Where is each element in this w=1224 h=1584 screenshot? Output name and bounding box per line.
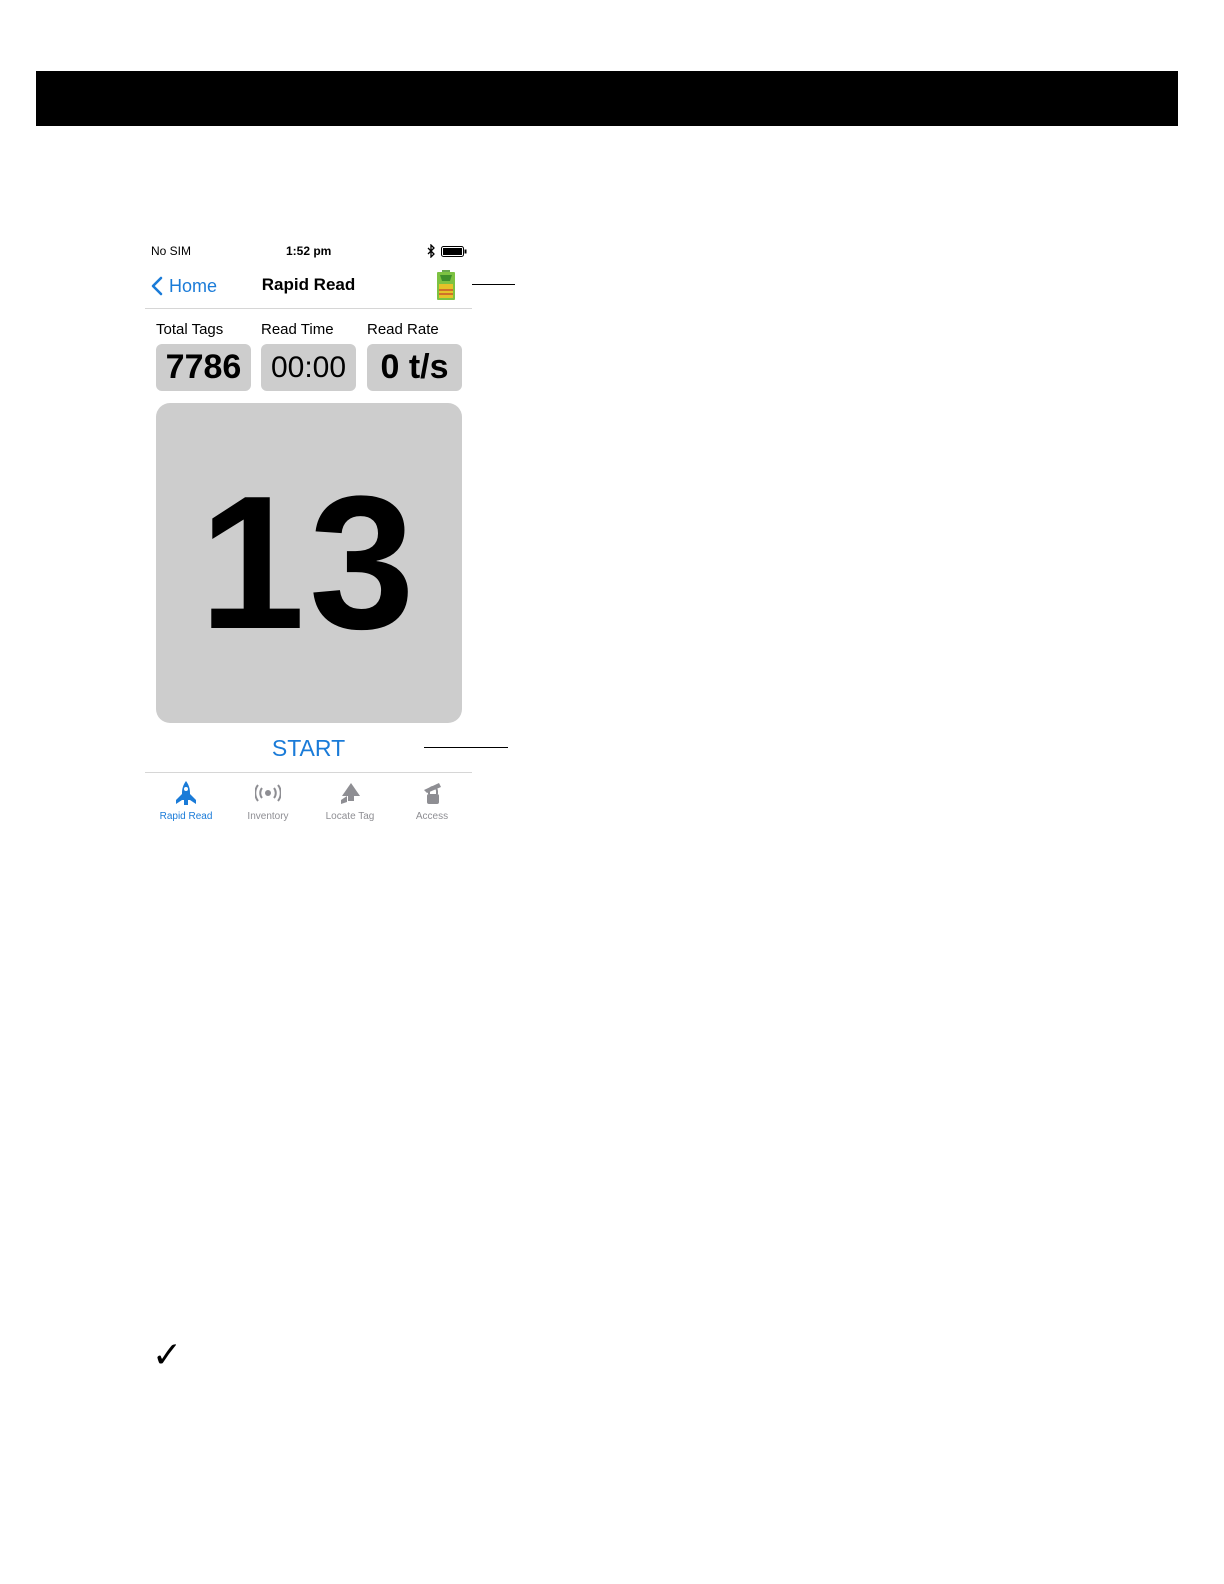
unique-tag-count: 13 [156, 403, 462, 723]
callout-line-start [424, 747, 508, 748]
stat-label: Read Rate [367, 321, 439, 338]
stat-value: 7786 [156, 344, 251, 391]
reader-battery-icon[interactable] [436, 270, 456, 300]
page-title: Rapid Read [261, 275, 356, 294]
stat-label: Read Time [261, 321, 334, 338]
tab-label: Rapid Read [159, 811, 213, 822]
stat-value: 00:00 [261, 344, 356, 391]
tab-bar: Rapid Read Inventory Locate Tag Access [145, 772, 472, 829]
stat-read-time: Read Time 00:00 [261, 320, 356, 391]
tab-label: Locate Tag [325, 811, 375, 822]
locate-tag-icon [341, 783, 360, 804]
tab-inventory[interactable]: Inventory [227, 773, 309, 829]
tab-locate-tag[interactable]: Locate Tag [309, 773, 391, 829]
page-header-bar [36, 71, 1178, 126]
battery-icon [441, 246, 467, 257]
stat-total-tags: Total Tags 7786 [156, 320, 251, 391]
tab-rapid-read[interactable]: Rapid Read [145, 773, 227, 829]
tab-label: Access [415, 811, 449, 822]
inventory-icon [255, 784, 281, 802]
navigation-bar: Home Rapid Read [145, 268, 472, 309]
stat-value: 0 t/s [367, 344, 462, 391]
tab-label: Inventory [247, 811, 289, 822]
status-carrier: No SIM [151, 244, 192, 258]
bluetooth-icon [427, 244, 435, 258]
access-icon [424, 783, 441, 804]
tab-access[interactable]: Access [391, 773, 473, 829]
stat-read-rate: Read Rate 0 t/s [367, 320, 462, 391]
start-button[interactable]: START [145, 732, 472, 764]
status-time: 1:52 pm [286, 244, 332, 258]
stats-row: Total Tags 7786 Read Time 00:00 Read Rat… [156, 320, 462, 392]
status-bar: No SIM 1:52 pm [145, 244, 472, 260]
callout-line-battery [472, 284, 515, 285]
stat-label: Total Tags [156, 321, 224, 338]
phone-screenshot: No SIM 1:52 pm Home Rapid Read Total Tag… [145, 238, 472, 828]
checkmark-icon: ✓ [152, 1335, 183, 1376]
rocket-icon [176, 781, 196, 805]
